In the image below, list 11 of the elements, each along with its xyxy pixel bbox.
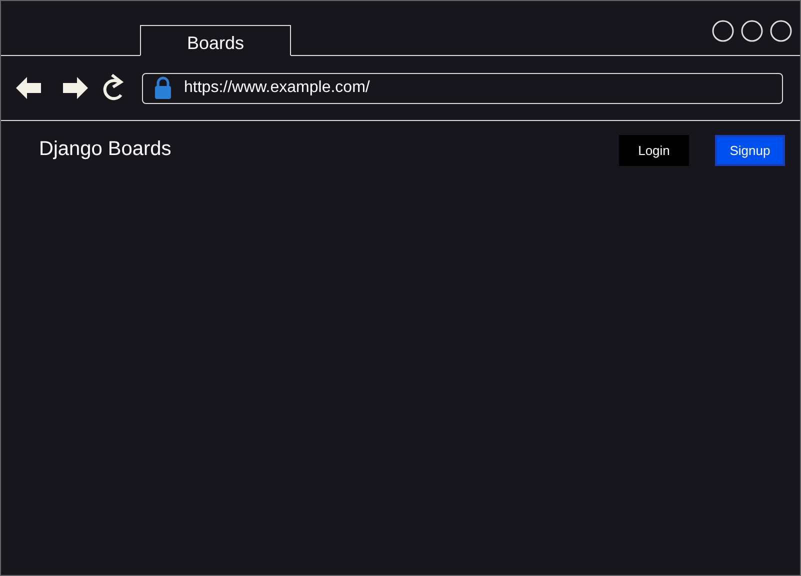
signup-button[interactable]: Signup: [715, 135, 785, 166]
window-control-icon[interactable]: [770, 20, 792, 42]
address-field[interactable]: https://www.example.com/: [142, 72, 783, 104]
window-control-icon[interactable]: [712, 20, 734, 42]
url-text: https://www.example.com/: [184, 78, 370, 98]
browser-tab[interactable]: Boards: [140, 25, 291, 56]
site-title[interactable]: Django Boards: [39, 134, 172, 164]
window-control-icon[interactable]: [741, 20, 763, 42]
login-button[interactable]: Login: [619, 135, 689, 166]
forward-arrow-icon[interactable]: [62, 77, 88, 99]
back-arrow-icon[interactable]: [16, 77, 42, 99]
